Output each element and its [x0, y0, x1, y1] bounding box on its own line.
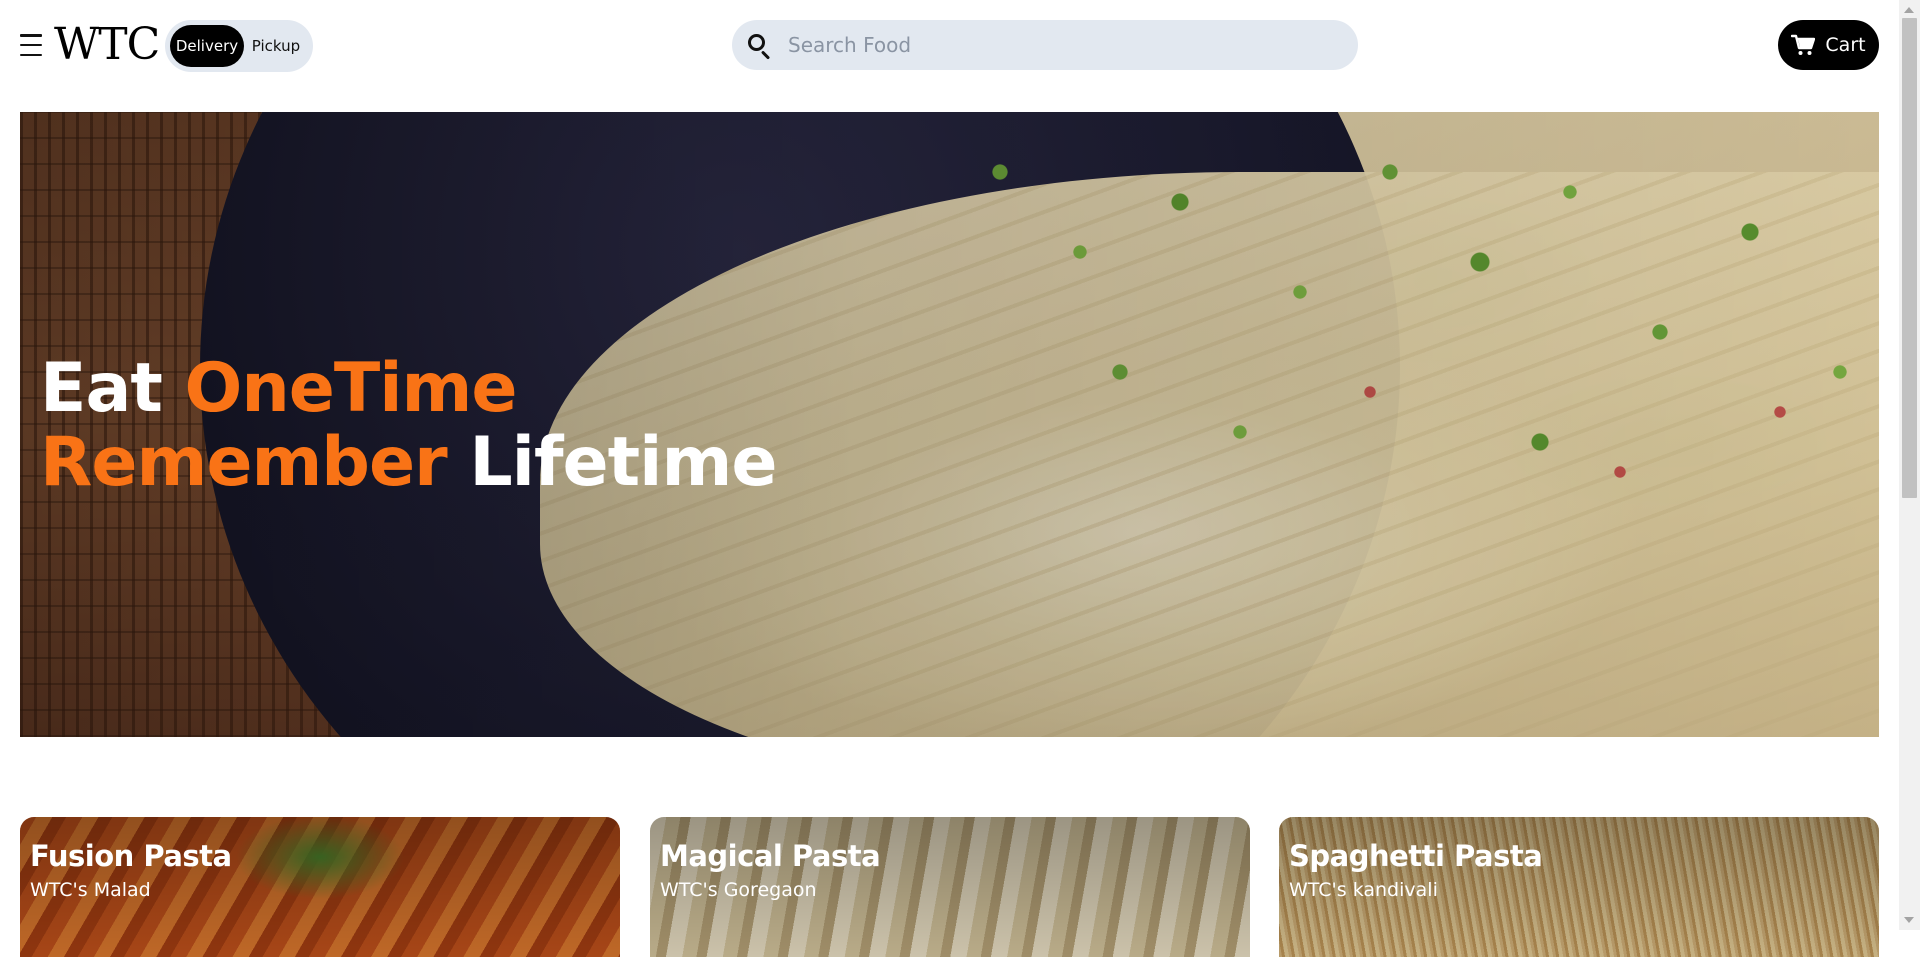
top-nav-bar: WTC Delivery Pickup Cart [0, 0, 1899, 92]
page-scrollbar[interactable] [1899, 0, 1920, 930]
site-logo[interactable]: WTC [54, 18, 160, 72]
scroll-up-arrow-icon[interactable] [1904, 7, 1914, 13]
search-icon[interactable] [746, 32, 772, 60]
card-title: Fusion Pasta [30, 839, 232, 873]
cart-button[interactable]: Cart [1778, 20, 1879, 70]
hero-word-eat: Eat [40, 349, 163, 428]
hero-headline: Eat OneTime Remember Lifetime [40, 349, 777, 502]
cart-icon [1791, 34, 1816, 56]
scrollbar-thumb[interactable] [1902, 18, 1917, 498]
delivery-button[interactable]: Delivery [170, 25, 244, 67]
card-location: WTC's kandivali [1289, 879, 1438, 901]
restaurant-card[interactable]: Spaghetti Pasta WTC's kandivali [1279, 817, 1879, 957]
hamburger-menu-icon[interactable] [20, 34, 44, 56]
search-input[interactable] [786, 32, 1326, 58]
scroll-down-arrow-icon[interactable] [1904, 917, 1914, 923]
cart-label: Cart [1825, 34, 1866, 56]
hero-word-lifetime: Lifetime [469, 423, 777, 502]
hero-banner: Eat OneTime Remember Lifetime [20, 112, 1879, 737]
pickup-button[interactable]: Pickup [244, 25, 308, 67]
card-title: Magical Pasta [660, 839, 881, 873]
delivery-mode-toggle: Delivery Pickup [165, 20, 313, 72]
card-location: WTC's Malad [30, 879, 151, 901]
hero-word-remember: Remember [40, 423, 448, 502]
restaurant-card[interactable]: Fusion Pasta WTC's Malad [20, 817, 620, 957]
card-title: Spaghetti Pasta [1289, 839, 1543, 873]
restaurant-card[interactable]: Magical Pasta WTC's Goregaon [650, 817, 1250, 957]
hero-word-onetime: OneTime [184, 349, 518, 428]
search-bar[interactable] [732, 20, 1358, 70]
card-location: WTC's Goregaon [660, 879, 817, 901]
